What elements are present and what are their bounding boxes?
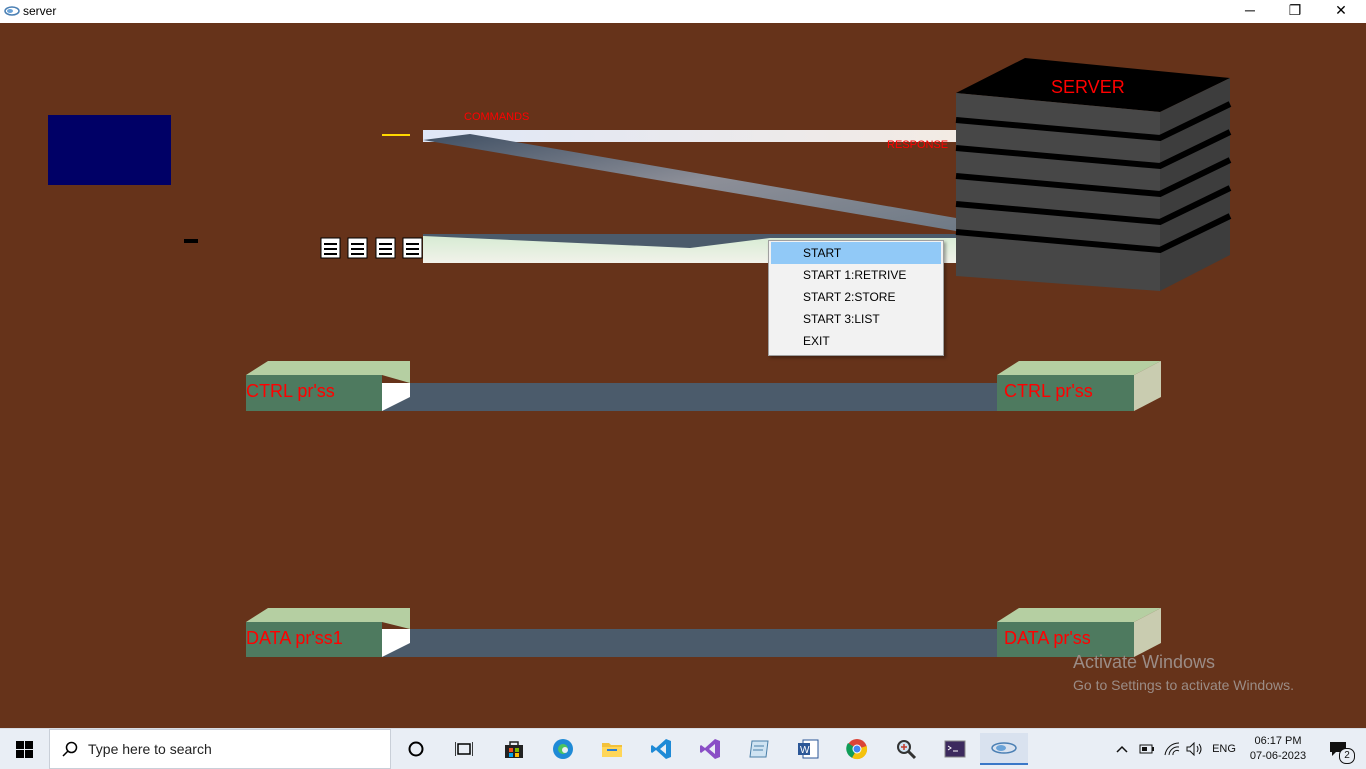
app-icon	[4, 6, 20, 16]
volume-button[interactable]	[1184, 729, 1206, 769]
vscode-icon	[651, 739, 671, 759]
clock-time: 06:17 PM	[1254, 735, 1302, 747]
folder-icon	[602, 743, 622, 757]
wifi-icon	[1164, 742, 1180, 756]
activation-watermark-text: Go to Settings to activate Windows.	[1073, 677, 1294, 693]
ctrl-process-right-label: CTRL pr'ss	[1004, 381, 1093, 401]
chrome-app-button[interactable]	[837, 733, 877, 765]
animation-canvas[interactable]	[0, 23, 1366, 728]
store-app-button[interactable]	[494, 733, 534, 765]
network-button[interactable]	[1161, 729, 1183, 769]
windows-logo-icon	[15, 740, 33, 758]
battery-button[interactable]	[1137, 729, 1157, 769]
clock-button[interactable]: 06:17 PM 07-06-2023	[1244, 729, 1312, 769]
edge-browser-icon	[553, 739, 573, 759]
svg-text:W: W	[800, 745, 810, 756]
window-titlebar: server ─ ❐ ✕	[0, 0, 1366, 23]
magnifier-icon	[897, 740, 917, 760]
clock-date: 07-06-2023	[1249, 750, 1307, 762]
server-label: SERVER	[1051, 77, 1125, 97]
chevron-up-icon	[1116, 745, 1128, 753]
minimize-button[interactable]: ─	[1227, 0, 1273, 23]
battery-icon	[1139, 744, 1154, 754]
word-document-icon: W	[798, 739, 819, 759]
action-center-button[interactable]: 2	[1318, 729, 1358, 769]
commands-label: COMMANDS	[464, 111, 530, 123]
console-window-icon	[944, 740, 966, 758]
menu-item-start[interactable]: START	[771, 242, 941, 264]
server-app-icon	[991, 742, 1017, 754]
context-menu: START START 1:RETRIVE START 2:STORE STAR…	[768, 240, 944, 356]
speaker-icon	[1186, 742, 1202, 756]
menu-item-exit[interactable]: EXIT	[771, 330, 941, 352]
packet-icons	[320, 237, 423, 259]
console-app-button[interactable]	[935, 733, 975, 765]
notepad-icon	[749, 740, 769, 758]
window-title: server	[23, 4, 57, 18]
response-label: RESPONSE	[887, 139, 949, 151]
ctrl-process-left-label: CTRL pr'ss	[246, 381, 335, 401]
menu-item-start-retrieve[interactable]: START 1:RETRIVE	[771, 264, 941, 286]
language-indicator[interactable]: ENG	[1208, 729, 1240, 769]
visual-studio-icon	[700, 739, 720, 759]
client-box	[48, 115, 171, 185]
notepad-app-button[interactable]	[739, 733, 779, 765]
task-view-button[interactable]	[444, 733, 484, 765]
chrome-browser-icon	[846, 739, 868, 760]
vscode-app-button[interactable]	[641, 733, 681, 765]
word-app-button[interactable]: W	[788, 733, 828, 765]
server-app-taskbar-button[interactable]	[980, 733, 1028, 765]
cortana-button[interactable]	[396, 733, 436, 765]
data-process-right-label: DATA pr'ss	[1004, 628, 1091, 648]
cortana-circle-icon	[408, 741, 424, 757]
visual-studio-app-button[interactable]	[690, 733, 730, 765]
yellow-dash	[382, 134, 410, 136]
store-bag-icon	[505, 741, 523, 758]
task-view-icon	[455, 742, 473, 756]
menu-item-start-list[interactable]: START 3:LIST	[771, 308, 941, 330]
search-icon	[62, 741, 78, 757]
menu-item-start-store[interactable]: START 2:STORE	[771, 286, 941, 308]
start-button[interactable]	[4, 733, 44, 765]
magnifier-app-button[interactable]	[886, 733, 926, 765]
tray-overflow-button[interactable]	[1112, 729, 1132, 769]
search-placeholder: Type here to search	[88, 741, 212, 757]
activation-watermark-title: Activate Windows	[1073, 652, 1216, 672]
data-process-left-label: DATA pr'ss1	[246, 628, 343, 648]
taskbar-search-box[interactable]: Type here to search	[49, 729, 391, 769]
edge-app-button[interactable]	[543, 733, 583, 765]
close-button[interactable]: ✕	[1318, 0, 1364, 23]
diagonal-pipe	[423, 134, 956, 231]
taskbar: Type here to search W ENG 06:17 PM 07-06…	[0, 728, 1366, 769]
dash-mark	[184, 239, 198, 243]
notification-count-badge: 2	[1339, 748, 1355, 764]
scene-graphics	[48, 58, 1232, 657]
restore-button[interactable]: ❐	[1272, 0, 1318, 23]
file-explorer-button[interactable]	[592, 733, 632, 765]
